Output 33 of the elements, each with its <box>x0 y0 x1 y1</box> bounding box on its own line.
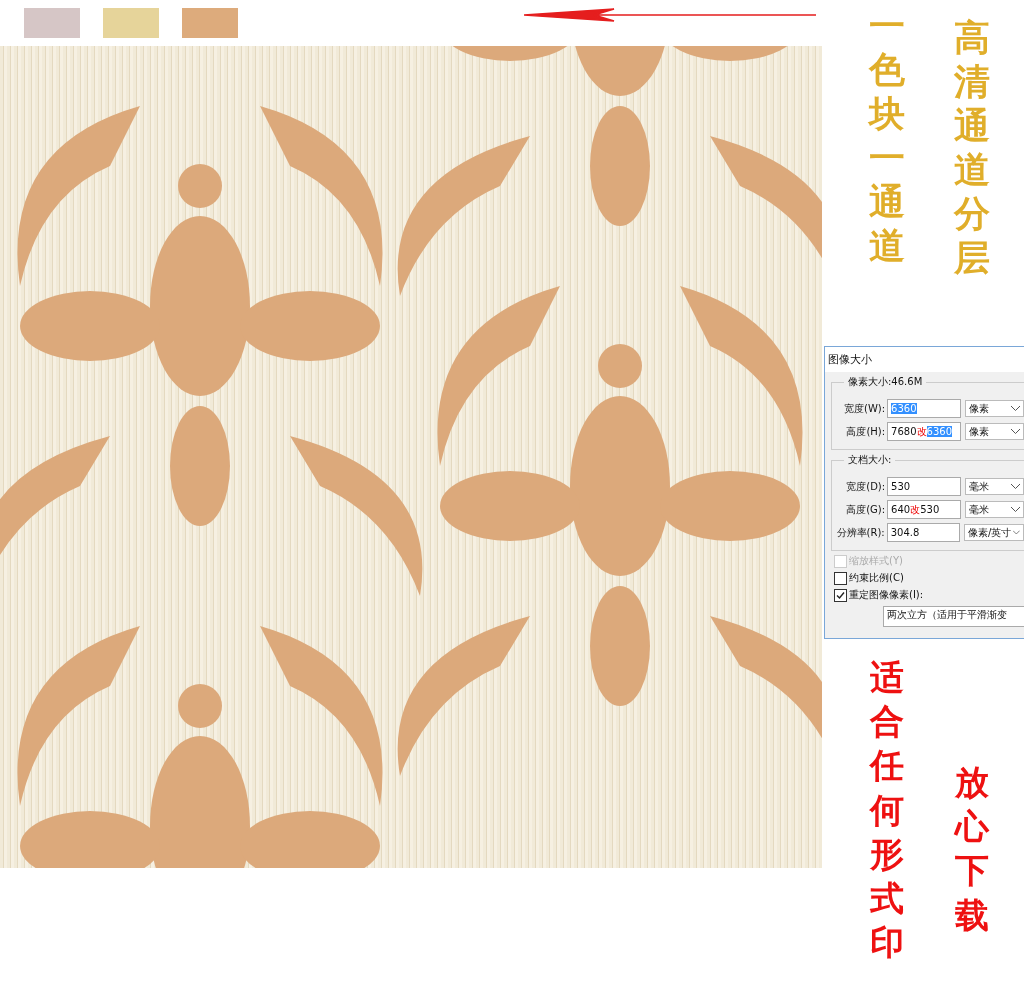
replacement-value: 530 <box>920 504 940 515</box>
vertical-caption: 高清通道分层 <box>953 16 990 280</box>
input-field[interactable]: 304.8 <box>886 523 960 542</box>
unit-dropdown[interactable]: 像素 <box>964 400 1024 417</box>
vertical-caption: 放心下载 <box>954 761 989 937</box>
caret-icon <box>1011 406 1020 411</box>
field-label: 宽度(D): <box>845 479 886 494</box>
unit-dropdown[interactable]: 像素 <box>964 423 1024 440</box>
input-field[interactable]: 640改530 <box>887 500 961 519</box>
correction-mark: 改 <box>916 424 927 439</box>
unit-dropdown[interactable]: 毫米 <box>964 478 1024 495</box>
correction-mark: 改 <box>910 502 921 517</box>
field-label: 高度(G): <box>845 502 886 517</box>
caret-icon <box>1011 429 1020 434</box>
vertical-caption: 适合任何形式印 <box>869 656 904 965</box>
input-field[interactable]: 530 <box>887 477 961 496</box>
field-label: 宽度(W): <box>843 401 886 416</box>
resample-dropdown[interactable]: 两次立方（适用于平滑渐变 <box>883 606 1024 627</box>
vertical-caption: 一色块一通道 <box>868 4 905 268</box>
check-icon <box>835 589 846 601</box>
field-label: 高度(H): <box>845 424 886 439</box>
field-label: 分辨率(R): <box>835 525 885 540</box>
group-legend: 像素大小:46.6M <box>844 375 927 389</box>
unit-dropdown[interactable]: 像素/英寸 <box>964 524 1024 541</box>
caret-icon <box>1013 530 1020 535</box>
checkbox-option[interactable]: 重定图像像素(I): <box>834 588 1024 602</box>
caret-icon <box>1011 484 1020 489</box>
arrow-icon <box>524 8 816 22</box>
dialog-title: 图像大小 <box>825 347 1024 372</box>
unit-dropdown[interactable]: 毫米 <box>964 501 1024 518</box>
caret-icon <box>1011 507 1020 512</box>
checkbox-option[interactable]: 约束比例(C) <box>834 571 1024 585</box>
group-legend: 文档大小: <box>844 453 896 467</box>
